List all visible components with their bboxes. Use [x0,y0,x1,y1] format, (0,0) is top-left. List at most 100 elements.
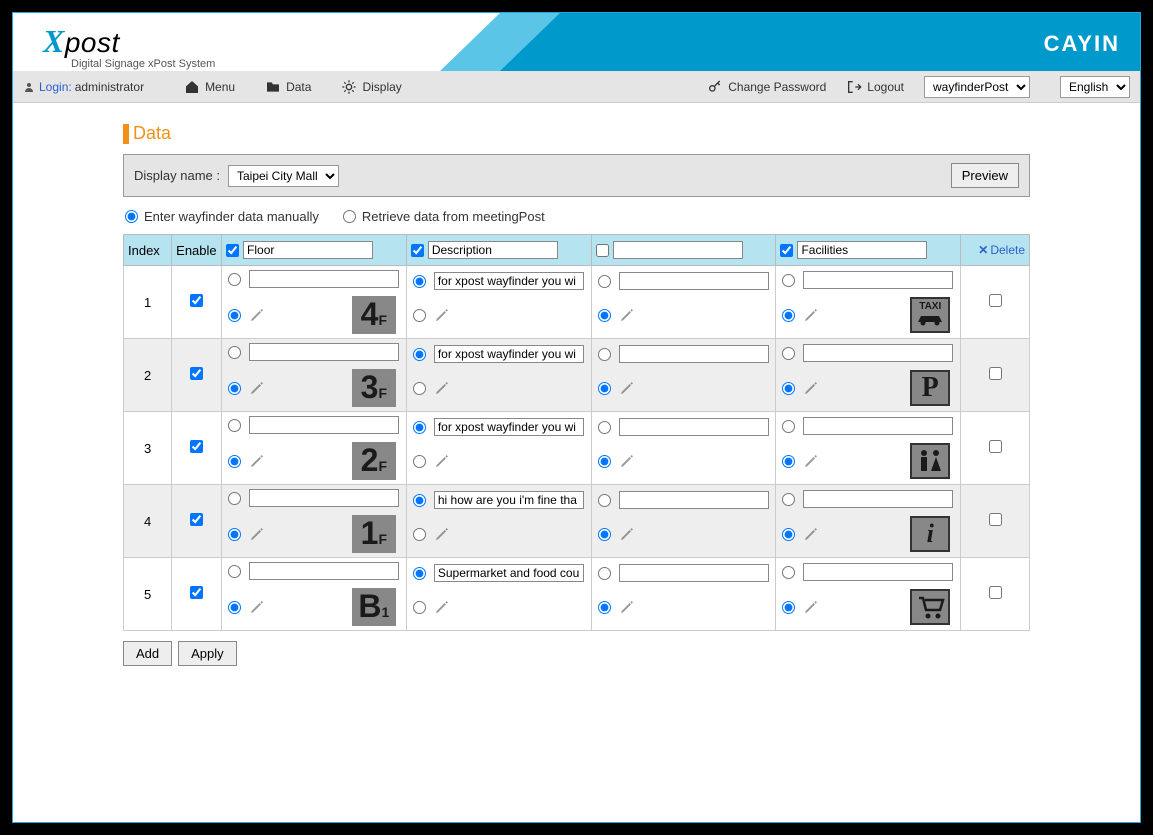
cell-text-radio[interactable] [228,492,241,505]
header-col-1-check[interactable] [411,244,424,257]
row-delete-checkbox[interactable] [989,294,1002,307]
cell-text-input[interactable] [249,270,399,288]
cell-text-input[interactable] [249,343,399,361]
header-col-0-input[interactable] [243,241,373,259]
pencil-icon[interactable] [434,599,450,615]
cell-text-input[interactable] [619,272,769,290]
cell-text-input[interactable] [249,489,399,507]
pencil-icon[interactable] [619,380,635,396]
row-delete-checkbox[interactable] [989,513,1002,526]
cell-text-input[interactable] [619,418,769,436]
cell-image-radio[interactable] [598,601,611,614]
cell-text-radio[interactable] [228,273,241,286]
pencil-icon[interactable] [803,380,819,396]
cell-text-radio[interactable] [413,275,426,288]
row-enable-checkbox[interactable] [190,440,203,453]
cell-image-radio[interactable] [413,601,426,614]
pencil-icon[interactable] [434,307,450,323]
display-name-select[interactable]: Taipei City Mall [228,165,339,187]
cell-image-radio[interactable] [228,601,241,614]
display-button[interactable]: Display [341,79,401,95]
pencil-icon[interactable] [249,380,265,396]
cell-text-input[interactable] [434,491,584,509]
preview-button[interactable]: Preview [951,163,1019,188]
cell-text-input[interactable] [434,564,584,582]
cell-text-radio[interactable] [598,348,611,361]
cell-image-radio[interactable] [413,309,426,322]
change-password-button[interactable]: Change Password [707,79,826,95]
cell-text-radio[interactable] [413,421,426,434]
cell-text-radio[interactable] [598,275,611,288]
pencil-icon[interactable] [619,599,635,615]
cell-image-radio[interactable] [413,528,426,541]
pencil-icon[interactable] [803,453,819,469]
add-button[interactable]: Add [123,641,172,666]
cell-text-input[interactable] [434,272,584,290]
pencil-icon[interactable] [619,307,635,323]
cell-text-radio[interactable] [228,346,241,359]
cell-image-radio[interactable] [598,382,611,395]
cell-image-radio[interactable] [782,382,795,395]
cell-text-input[interactable] [803,271,953,289]
header-col-2-check[interactable] [596,244,609,257]
cell-text-input[interactable] [803,344,953,362]
cell-text-radio[interactable] [598,421,611,434]
cell-text-radio[interactable] [413,494,426,507]
header-col-0-check[interactable] [226,244,239,257]
row-delete-checkbox[interactable] [989,440,1002,453]
pencil-icon[interactable] [249,599,265,615]
cell-text-radio[interactable] [413,348,426,361]
pencil-icon[interactable] [619,453,635,469]
header-col-1-input[interactable] [428,241,558,259]
pencil-icon[interactable] [249,526,265,542]
mode-manual-radio[interactable] [125,210,138,223]
mode-meeting-radio[interactable] [343,210,356,223]
cell-image-radio[interactable] [228,455,241,468]
pencil-icon[interactable] [803,526,819,542]
cell-image-radio[interactable] [413,455,426,468]
cell-text-input[interactable] [434,418,584,436]
cell-text-input[interactable] [803,490,953,508]
pencil-icon[interactable] [803,307,819,323]
module-select[interactable]: wayfinderPost [924,76,1030,98]
cell-image-radio[interactable] [413,382,426,395]
header-col-3-check[interactable] [780,244,793,257]
cell-text-radio[interactable] [598,567,611,580]
cell-text-input[interactable] [249,562,399,580]
pencil-icon[interactable] [434,526,450,542]
pencil-icon[interactable] [249,453,265,469]
data-button[interactable]: Data [265,79,311,95]
cell-image-radio[interactable] [598,309,611,322]
cell-text-radio[interactable] [413,567,426,580]
cell-image-radio[interactable] [228,309,241,322]
cell-image-radio[interactable] [782,601,795,614]
cell-text-input[interactable] [434,345,584,363]
row-enable-checkbox[interactable] [190,294,203,307]
pencil-icon[interactable] [803,599,819,615]
cell-text-input[interactable] [249,416,399,434]
cell-image-radio[interactable] [228,528,241,541]
cell-image-radio[interactable] [782,455,795,468]
row-enable-checkbox[interactable] [190,586,203,599]
row-delete-checkbox[interactable] [989,367,1002,380]
cell-text-input[interactable] [619,345,769,363]
cell-text-input[interactable] [619,564,769,582]
delete-all-link[interactable]: ✕Delete [965,243,1025,257]
language-select[interactable]: English [1060,76,1130,98]
header-col-3-input[interactable] [797,241,927,259]
pencil-icon[interactable] [619,526,635,542]
cell-text-radio[interactable] [782,274,795,287]
cell-text-radio[interactable] [782,566,795,579]
cell-text-input[interactable] [803,563,953,581]
pencil-icon[interactable] [434,453,450,469]
logout-button[interactable]: Logout [846,79,904,95]
pencil-icon[interactable] [249,307,265,323]
cell-text-input[interactable] [619,491,769,509]
cell-text-radio[interactable] [782,347,795,360]
cell-text-radio[interactable] [782,420,795,433]
cell-image-radio[interactable] [782,528,795,541]
cell-image-radio[interactable] [598,528,611,541]
apply-button[interactable]: Apply [178,641,237,666]
cell-text-radio[interactable] [782,493,795,506]
cell-text-input[interactable] [803,417,953,435]
